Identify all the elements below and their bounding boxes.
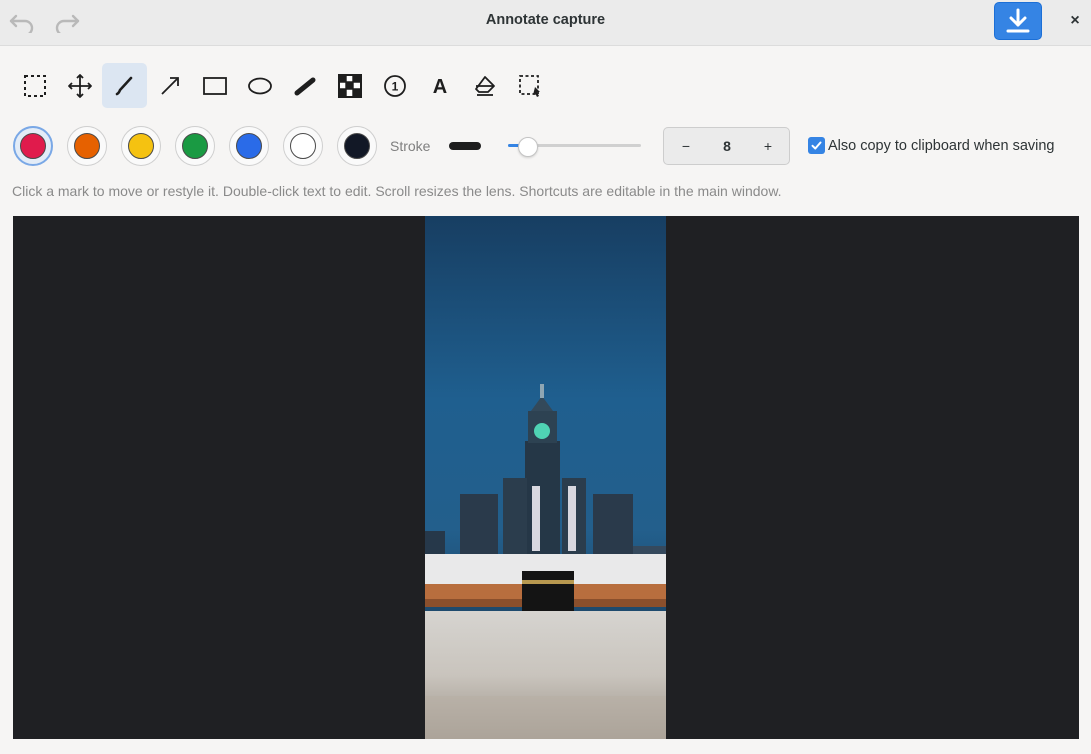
tool-highlighter[interactable]	[282, 63, 327, 108]
tool-ellipse[interactable]	[237, 63, 282, 108]
tool-pixelate[interactable]	[327, 63, 372, 108]
rectangle-icon	[202, 76, 227, 95]
color-dot	[128, 133, 154, 159]
stroke-stepper: − 8 +	[663, 127, 790, 165]
color-dot	[290, 133, 316, 159]
counter-icon-label: 1	[391, 79, 398, 93]
stroke-label: Stroke	[390, 138, 431, 154]
color-swatch-white[interactable]	[283, 126, 323, 166]
text-icon: A	[432, 76, 446, 98]
eraser-icon	[474, 75, 495, 96]
window-title: Annotate capture	[485, 12, 606, 28]
tool-select[interactable]	[12, 63, 57, 108]
tool-eraser[interactable]	[462, 63, 507, 108]
annotation-canvas[interactable]	[13, 216, 1079, 739]
save-button[interactable]	[994, 2, 1042, 40]
color-dot	[74, 133, 100, 159]
text-icon-label: A	[432, 76, 446, 98]
tool-move[interactable]	[57, 63, 102, 108]
ellipse-icon	[247, 77, 272, 94]
stroke-decrement-button[interactable]: −	[664, 128, 708, 164]
tool-rectangle[interactable]	[192, 63, 237, 108]
color-swatch-orange[interactable]	[67, 126, 107, 166]
color-swatch-black[interactable]	[337, 126, 377, 166]
selection-icon	[23, 74, 46, 97]
stroke-increment-button[interactable]: +	[746, 128, 790, 164]
captured-image	[425, 216, 666, 739]
color-swatch-blue[interactable]	[229, 126, 269, 166]
stroke-preview	[449, 142, 481, 150]
header-bar: Annotate capture ×	[0, 0, 1091, 46]
crop-icon	[518, 74, 540, 97]
tool-counter[interactable]: 1	[372, 63, 417, 108]
color-dot	[344, 133, 370, 159]
download-icon	[1006, 8, 1030, 33]
clipboard-checkbox-label[interactable]: Also copy to clipboard when saving	[828, 138, 1055, 154]
color-swatch-yellow[interactable]	[121, 126, 161, 166]
color-dot	[236, 133, 262, 159]
color-dot	[182, 133, 208, 159]
highlighter-icon	[294, 77, 315, 95]
color-dot	[20, 133, 46, 159]
clipboard-checkbox[interactable]	[808, 137, 825, 154]
tool-arrow[interactable]	[147, 63, 192, 108]
tool-text[interactable]: A	[417, 63, 462, 108]
pen-icon	[115, 76, 132, 95]
pixelate-icon	[337, 73, 362, 98]
tool-crop[interactable]	[507, 63, 552, 108]
close-button[interactable]: ×	[1062, 9, 1088, 33]
checkmark-icon	[811, 141, 822, 150]
color-swatch-red[interactable]	[13, 126, 53, 166]
move-icon	[67, 73, 92, 98]
hint-text: Click a mark to move or restyle it. Doub…	[12, 183, 782, 199]
tool-pen[interactable]	[102, 63, 147, 108]
color-swatch-green[interactable]	[175, 126, 215, 166]
stroke-slider-handle[interactable]	[517, 137, 538, 157]
counter-icon: 1	[383, 74, 406, 97]
arrow-icon	[160, 76, 179, 95]
stroke-value[interactable]: 8	[708, 128, 746, 164]
